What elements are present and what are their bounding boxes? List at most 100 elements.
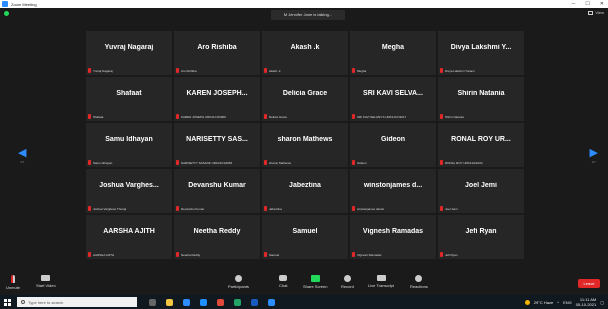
participant-tile[interactable]: Joshua Varghes... Joshua Varghese Thoraji (86, 169, 172, 213)
page-indicator-right: 1/7 (591, 160, 596, 164)
tray-chevron-icon[interactable]: ^ (557, 300, 559, 305)
participant-tile[interactable]: Akash .k Akash .k (262, 31, 348, 75)
participant-tile[interactable]: Divya Lakshmi Y... Divya Lakshmi Yanam (438, 31, 524, 75)
excel-icon[interactable] (234, 298, 241, 306)
chat-button[interactable]: Chat (279, 275, 287, 288)
record-button[interactable]: Record (341, 275, 354, 289)
word-icon[interactable] (251, 298, 258, 306)
zoom-taskbar-icon[interactable] (268, 298, 275, 306)
windows-start-icon[interactable] (4, 298, 11, 306)
notifications-icon[interactable]: ▢ (600, 300, 604, 305)
closed-caption-icon (376, 275, 386, 281)
participant-display-name: Jefi Ryan (465, 228, 497, 235)
participant-name-tag: NARISETTY SASANK URK21CS2065 (176, 160, 232, 165)
share-screen-button[interactable]: Share Screen (303, 275, 327, 289)
participant-tile[interactable]: RONAL ROY UR... RONAL ROY URK21IA1034 (438, 123, 524, 167)
system-tray: 29°C Haze ^ ENG 11:11 AM 05-10-2021 ▢ (524, 295, 604, 309)
mail-icon[interactable] (183, 298, 190, 306)
window-controls: ─ ☐ ✕ (572, 0, 604, 8)
participant-tile[interactable]: Jabeztina Jabeztina (262, 169, 348, 213)
language-indicator[interactable]: ENG (563, 300, 572, 305)
file-explorer-icon[interactable] (166, 298, 173, 306)
chrome-icon[interactable] (217, 298, 224, 306)
chat-label: Chat (279, 283, 288, 288)
participant-tile[interactable]: Shirin Natania Shirin Natania (438, 77, 524, 121)
unmute-button[interactable]: Unmute (6, 275, 20, 290)
minimize-icon[interactable]: ─ (572, 0, 576, 8)
window-title: Zoom Meeting (11, 1, 37, 7)
participant-tile[interactable]: NARISETTY SAS... NARISETTY SASANK URK21CS… (174, 123, 260, 167)
meeting-toolbar: Unmute Start Video Participants Chat Sha… (0, 271, 608, 295)
taskbar-search-box[interactable]: Type here to search (17, 297, 137, 307)
participant-tile[interactable]: AARSHA AJITH AARSHA AJITH (86, 215, 172, 259)
participant-name-label: Vignesh Ramadas (357, 252, 382, 257)
participant-tile[interactable]: Megha Megha (350, 31, 436, 75)
participant-display-name: AARSHA AJITH (103, 228, 155, 235)
muted-mic-icon (176, 206, 179, 211)
video-camera-icon (41, 275, 51, 281)
edge-icon[interactable] (200, 298, 207, 306)
participant-name-label: Divya Lakshmi Yanam (445, 68, 475, 73)
participant-name-tag: Yuvraj Nagaraj (88, 68, 113, 73)
participant-display-name: Samuel (292, 228, 318, 235)
participant-name-tag: Shirin Natania (440, 114, 464, 119)
participant-tile[interactable]: Joel Jemi Joel Jemi (438, 169, 524, 213)
search-placeholder: Type here to search (28, 299, 64, 305)
participant-name-label: Devanshu Kumar (181, 206, 205, 211)
chevron-left-icon: ◀ (18, 147, 27, 159)
muted-mic-icon (440, 160, 443, 165)
talking-indicator: M Jennifer Jane is talking... (271, 10, 345, 20)
participant-name-label: Yuvraj Nagaraj (93, 68, 113, 73)
participants-button[interactable]: Participants (228, 275, 249, 289)
security-shield-icon[interactable] (4, 11, 9, 16)
start-video-button[interactable]: Start Video (36, 275, 56, 288)
muted-mic-icon (176, 160, 179, 165)
participant-tile[interactable]: Jefi Ryan Jefi Ryan (438, 215, 524, 259)
muted-mic-icon (176, 68, 179, 73)
participant-tile[interactable]: Samu Idhayan Samu Idhayan (86, 123, 172, 167)
view-button[interactable]: View (588, 10, 604, 15)
participant-tile[interactable]: winstonjames d... winstonjames daniel (350, 169, 436, 213)
participant-tile[interactable]: Shafaat Shafaat (86, 77, 172, 121)
participant-tile[interactable]: Devanshu Kumar Devanshu Kumar (174, 169, 260, 213)
reactions-icon (415, 275, 423, 282)
muted-mic-icon (264, 68, 267, 73)
muted-mic-icon (440, 114, 443, 119)
participant-tile[interactable]: Neetha Reddy Neetha Reddy (174, 215, 260, 259)
participant-tile[interactable]: Delicia Grace Delicia Grace (262, 77, 348, 121)
participant-tile[interactable]: SRI KAVI SELVA... SRI KAVI SELVAN S URK21… (350, 77, 436, 121)
participant-tile[interactable]: Yuvraj Nagaraj Yuvraj Nagaraj (86, 31, 172, 75)
participant-name-label: Akash .k (269, 68, 281, 73)
participant-name-tag: Samuel (264, 252, 279, 257)
search-icon (21, 300, 25, 304)
participant-name-label: Jabeztina (269, 206, 282, 211)
participant-name-label: Joel Jemi (445, 206, 458, 211)
participant-display-name: Akash .k (290, 44, 320, 51)
weather-text[interactable]: 29°C Haze (534, 300, 553, 305)
reactions-button[interactable]: Reactions (410, 275, 428, 289)
participant-display-name: Shafaat (116, 90, 142, 97)
live-transcript-button[interactable]: Live Transcript (368, 275, 394, 288)
participant-tile[interactable]: Samuel Samuel (262, 215, 348, 259)
participant-name-label: Aro Rishiba (181, 68, 197, 73)
maximize-icon[interactable]: ☐ (585, 0, 589, 8)
participant-tile[interactable]: Vignesh Ramadas Vignesh Ramadas (350, 215, 436, 259)
participant-tile[interactable]: sharon Mathews sharon Mathews (262, 123, 348, 167)
participant-name-tag: Joshua Varghese Thoraji (88, 206, 126, 211)
share-screen-label: Share Screen (303, 284, 328, 289)
participants-label: Participants (228, 284, 249, 289)
next-page-button[interactable]: ▶ 1/7 (590, 146, 598, 164)
participant-tile[interactable]: Gideon Gideon (350, 123, 436, 167)
participant-name-label: sharon Mathews (269, 160, 292, 165)
participant-display-name: NARISETTY SAS... (186, 136, 248, 143)
participant-display-name: Joel Jemi (465, 182, 497, 189)
prev-page-button[interactable]: ◀ 1/7 (18, 146, 26, 164)
taskbar-clock[interactable]: 11:11 AM 05-10-2021 (576, 297, 596, 307)
close-icon[interactable]: ✕ (600, 0, 604, 8)
leave-button[interactable]: Leave (578, 279, 600, 288)
participant-name-tag: Samu Idhayan (88, 160, 112, 165)
task-view-icon[interactable] (149, 298, 156, 306)
participant-tile[interactable]: KAREN JOSEPH... KAREN JOSEPH URK21CO3009 (174, 77, 260, 121)
participant-name-label: Shafaat (93, 114, 104, 119)
participant-tile[interactable]: Aro Rishiba Aro Rishiba (174, 31, 260, 75)
